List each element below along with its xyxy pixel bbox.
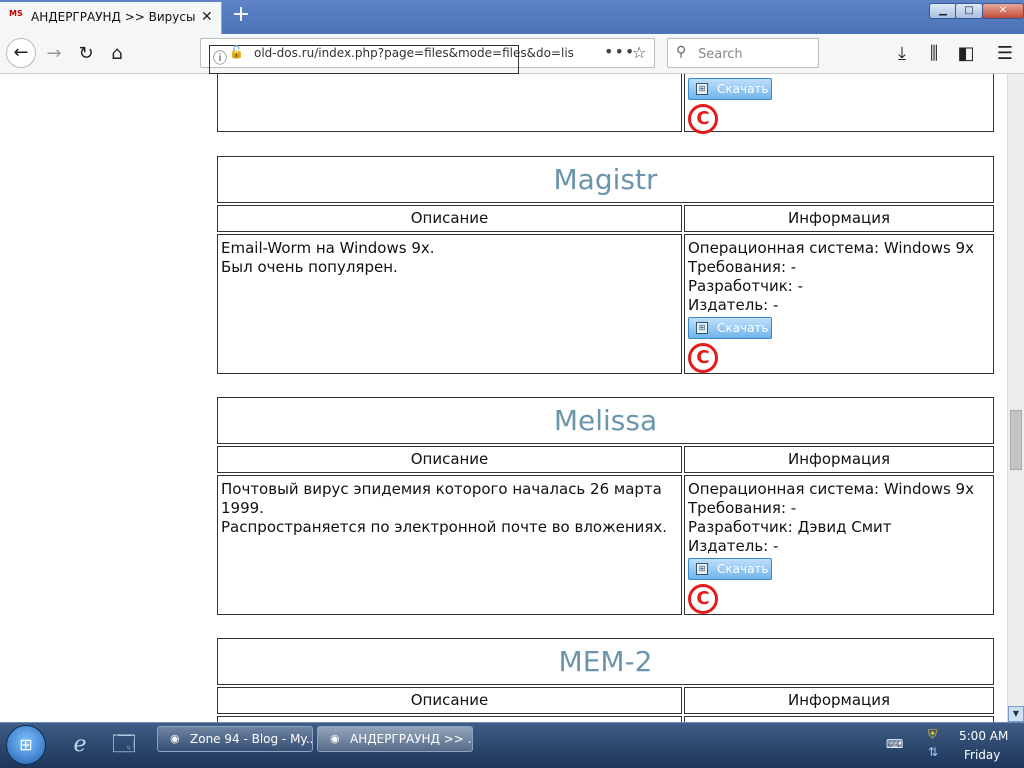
insecure-lock-icon[interactable]: 🔓	[229, 45, 244, 59]
previous-description-cell	[217, 74, 682, 132]
copyright-icon[interactable]: C	[688, 584, 718, 614]
clock-time[interactable]: 5:00 AM	[959, 729, 1008, 743]
download-icon: ⊞	[696, 322, 708, 334]
forward-arrow-icon[interactable]: →	[40, 40, 68, 68]
internet-explorer-icon[interactable]: ℯ	[64, 729, 96, 761]
url-text[interactable]: old-dos.ru/index.php?page=files&mode=fil…	[254, 46, 574, 60]
download-button[interactable]: ⊞ Скачать	[688, 558, 772, 580]
navigation-toolbar: ← → ↻ ⌂ ⓘ 🔓 old-dos.ru/index.php?page=fi…	[0, 34, 1024, 74]
scroll-down-arrow-icon[interactable]: ▼	[1008, 706, 1024, 722]
close-window-button[interactable]: ✕	[982, 3, 1024, 19]
description-line: Почтовый вирус эпидемия которого началас…	[221, 480, 662, 517]
description-header: Описание	[217, 687, 682, 714]
scrollbar-thumb[interactable]	[1010, 410, 1022, 470]
downloads-icon[interactable]: ⤓	[888, 40, 916, 68]
entry-title: Melissa	[217, 397, 994, 444]
tab-title: АНДЕРГРАУНД >> Вирусы - Ста	[31, 10, 195, 24]
clock-day[interactable]: Friday	[964, 748, 1000, 762]
explorer-icon[interactable]: 🗔	[108, 729, 140, 761]
taskbar: ⊞ ℯ 🗔 ◉ Zone 94 - Blog - My... ◉ АНДЕРГР…	[0, 722, 1024, 768]
description-header: Описание	[217, 446, 682, 473]
publisher-text: Издатель: -	[688, 296, 779, 314]
taskbar-window-button[interactable]: ◉ АНДЕРГРАУНД >> ...	[317, 726, 473, 752]
back-arrow-icon[interactable]: ←	[6, 38, 36, 68]
description-cell: Email-Worm на Windows 9x. Был очень попу…	[217, 234, 682, 374]
new-tab-icon[interactable]: +	[230, 4, 252, 28]
browser-icon: ◉	[330, 732, 340, 745]
os-text: Операционная система: Windows 9x	[688, 239, 974, 257]
minimize-window-button[interactable]: ▁	[929, 3, 957, 19]
tab-strip: MS АНДЕРГРАУНД >> Вирусы - Ста ✕ + ▁ □ ✕	[0, 0, 1024, 34]
info-header: Информация	[684, 446, 994, 473]
address-bar[interactable]: ⓘ 🔓 old-dos.ru/index.php?page=files&mode…	[200, 38, 655, 74]
requirements-text: Требования: -	[688, 499, 797, 517]
info-header: Информация	[684, 687, 994, 714]
reload-icon[interactable]: ↻	[72, 40, 100, 68]
library-icon[interactable]: ⫼	[920, 40, 948, 68]
description-cell: Почтовый вирус эпидемия которого началас…	[217, 475, 682, 615]
search-icon: ⚲	[676, 44, 687, 60]
entry-title: MEM-2	[217, 638, 994, 685]
page-content: ⊞ Скачать C Magistr Описание Информация …	[0, 74, 1007, 722]
browser-tab[interactable]: MS АНДЕРГРАУНД >> Вирусы - Ста ✕	[0, 2, 222, 34]
start-button[interactable]: ⊞	[6, 725, 46, 765]
bookmark-star-icon[interactable]: ☆	[632, 43, 646, 62]
copyright-icon[interactable]: C	[688, 104, 718, 134]
previous-info-cell: ⊞ Скачать C	[684, 74, 994, 134]
developer-text: Разработчик: -	[688, 277, 803, 295]
home-icon[interactable]: ⌂	[103, 40, 131, 68]
shield-icon[interactable]: ⛨	[928, 727, 937, 742]
info-cell: Операционная система: Windows 9x Требова…	[684, 475, 994, 615]
description-line: Был очень популярен.	[221, 258, 398, 276]
requirements-text: Требования: -	[688, 258, 797, 276]
download-icon: ⊞	[696, 563, 708, 575]
site-favicon-icon: MS	[9, 9, 23, 18]
sidebar-icon[interactable]: ◧	[952, 40, 980, 68]
copyright-icon[interactable]: C	[688, 343, 718, 373]
description-line: Распространяется по электронной почте во…	[221, 518, 668, 536]
search-input[interactable]: ⚲ Search	[667, 38, 819, 68]
keyboard-icon[interactable]: ⌨	[886, 737, 903, 751]
entry-title: Magistr	[217, 156, 994, 203]
taskbar-window-button[interactable]: ◉ Zone 94 - Blog - My...	[157, 726, 313, 752]
maximize-window-button[interactable]: □	[955, 3, 983, 19]
download-button[interactable]: ⊞ Скачать	[688, 78, 772, 100]
search-placeholder: Search	[698, 47, 743, 62]
browser-icon: ◉	[170, 732, 180, 745]
download-icon: ⊞	[696, 83, 708, 95]
description-header: Описание	[217, 205, 682, 232]
menu-icon[interactable]: ☰	[991, 40, 1019, 68]
download-button[interactable]: ⊞ Скачать	[688, 317, 772, 339]
network-icon[interactable]: ⇅	[928, 745, 938, 759]
page-actions-icon[interactable]: •••	[604, 42, 635, 61]
developer-text: Разработчик: Дэвид Смит	[688, 518, 892, 536]
close-tab-icon[interactable]: ✕	[201, 9, 215, 25]
publisher-text: Издатель: -	[688, 537, 779, 555]
vertical-scrollbar[interactable]: ▼	[1007, 74, 1024, 722]
info-cell: Операционная система: Windows 9x Требова…	[684, 234, 994, 374]
os-text: Операционная система: Windows 9x	[688, 480, 974, 498]
description-line: Email-Worm на Windows 9x.	[221, 239, 435, 257]
info-header: Информация	[684, 205, 994, 232]
